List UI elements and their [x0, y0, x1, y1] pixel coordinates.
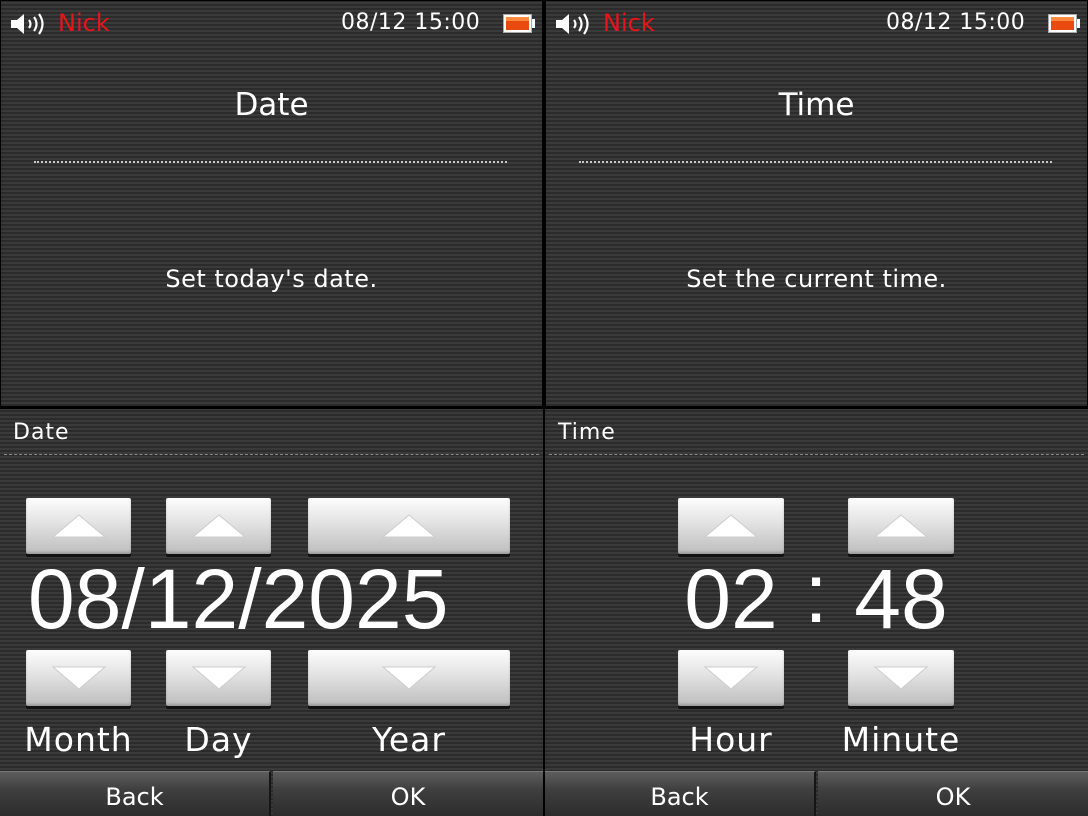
time-picker-screen: Time 02 : 48 Hour Minute Back OK	[545, 409, 1088, 816]
back-button[interactable]: Back	[545, 771, 816, 816]
user-name: Nick	[58, 9, 110, 37]
date-separator: /	[121, 552, 145, 646]
date-separator: /	[238, 552, 262, 646]
divider	[579, 161, 1052, 163]
section-label: Date	[13, 420, 70, 445]
status-datetime: 08/12 15:00	[341, 10, 481, 35]
speaker-volume-icon	[11, 13, 44, 35]
status-datetime: 08/12 15:00	[886, 10, 1026, 35]
arrow-up-icon	[51, 514, 106, 538]
ok-button[interactable]: OK	[818, 771, 1088, 816]
softkey-bar: Back OK	[545, 771, 1088, 816]
arrow-down-icon	[381, 666, 437, 690]
month-value: 08	[28, 552, 122, 646]
minute-up-button[interactable]	[848, 498, 954, 554]
minute-label: Minute	[841, 720, 961, 759]
arrow-up-icon	[703, 514, 759, 538]
hour-down-button[interactable]	[678, 650, 784, 706]
arrow-down-icon	[703, 666, 759, 690]
month-label: Month	[24, 720, 133, 759]
battery-icon	[503, 14, 535, 33]
day-value: 12	[144, 552, 239, 646]
ok-button[interactable]: OK	[273, 771, 543, 816]
instruction-text: Set today's date.	[165, 265, 378, 293]
day-down-button[interactable]	[166, 650, 271, 706]
battery-icon	[1048, 14, 1080, 33]
speaker-volume-icon	[556, 13, 589, 35]
section-label: Time	[558, 420, 616, 445]
instruction-text: Set the current time.	[686, 265, 947, 293]
hour-up-button[interactable]	[678, 498, 784, 554]
status-bar: Nick 08/12 15:00	[546, 1, 1087, 45]
back-button[interactable]: Back	[0, 771, 271, 816]
arrow-up-icon	[381, 514, 437, 538]
date-picker-screen: Date 08/12/2025 Month Day Year Back OK	[0, 409, 543, 816]
day-up-button[interactable]	[166, 498, 271, 554]
year-down-button[interactable]	[308, 650, 510, 706]
month-up-button[interactable]	[26, 498, 131, 554]
date-value: 08/12/2025	[28, 557, 448, 641]
user-name: Nick	[603, 9, 655, 37]
page-title: Date	[234, 87, 309, 123]
divider	[34, 161, 507, 163]
arrow-up-icon	[191, 514, 246, 538]
page-title: Time	[778, 87, 855, 123]
day-label: Day	[184, 720, 253, 759]
time-separator: :	[804, 546, 828, 640]
softkey-bar: Back OK	[0, 771, 543, 816]
date-top-screen: Nick 08/12 15:00 Date Set today's date.	[0, 0, 543, 407]
year-label: Year	[372, 720, 446, 759]
minute-value: 48	[854, 552, 948, 646]
minute-down-button[interactable]	[848, 650, 954, 706]
arrow-down-icon	[873, 666, 929, 690]
section-divider	[4, 454, 539, 455]
hour-value: 02	[684, 552, 778, 646]
arrow-down-icon	[191, 666, 246, 690]
month-down-button[interactable]	[26, 650, 131, 706]
status-bar: Nick 08/12 15:00	[1, 1, 542, 45]
year-up-button[interactable]	[308, 498, 510, 554]
time-top-screen: Nick 08/12 15:00 Time Set the current ti…	[545, 0, 1088, 407]
arrow-up-icon	[873, 514, 929, 538]
hour-label: Hour	[689, 720, 773, 759]
arrow-down-icon	[51, 666, 106, 690]
year-value: 2025	[261, 552, 449, 646]
section-divider	[549, 454, 1084, 455]
